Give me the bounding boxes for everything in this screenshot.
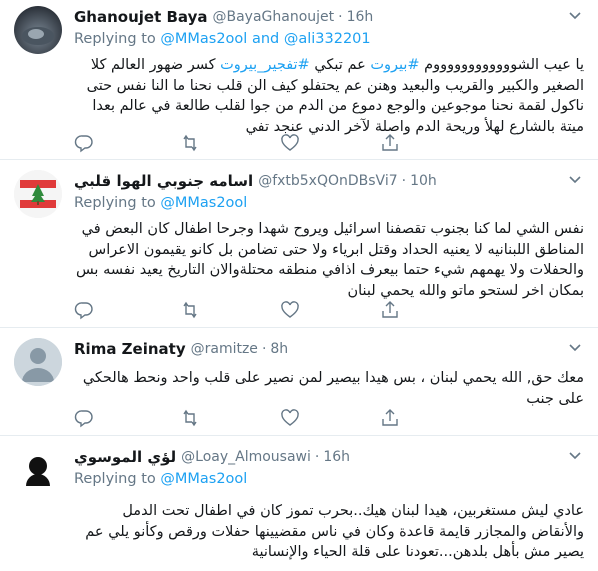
caret-down-icon[interactable] — [566, 340, 584, 354]
user-handle[interactable]: @ramitze — [191, 341, 258, 357]
retweet-icon[interactable] — [180, 300, 202, 320]
display-name[interactable]: لؤي الموسوي — [74, 448, 176, 466]
tweet-text: يا عيب الشووووووووووووم #بيروت عم تبكي #… — [86, 57, 584, 135]
user-handle[interactable]: @BayaGhanoujet — [212, 9, 334, 25]
replying-to: Replying to @MMas2ool — [74, 471, 248, 487]
avatar[interactable] — [14, 446, 62, 494]
avatar[interactable] — [14, 170, 62, 218]
tweet-text: عادي ليش مستغربين، هيدا لبنان هيك..بحرب … — [85, 503, 584, 560]
caret-down-icon[interactable] — [566, 448, 584, 462]
like-icon[interactable] — [280, 408, 302, 428]
tweet-actions — [74, 133, 494, 153]
like-icon[interactable] — [280, 133, 302, 153]
tweet-actions — [74, 408, 494, 428]
mention-and: and — [251, 31, 280, 47]
hashtag-link[interactable]: #تفجير_بيروت — [220, 57, 310, 73]
avatar[interactable] — [14, 338, 62, 386]
timestamp[interactable]: 16h — [347, 9, 374, 25]
reply-icon[interactable] — [74, 133, 96, 153]
separator-dot: · — [401, 173, 407, 189]
display-name[interactable]: Rima Zeinaty — [74, 340, 186, 358]
user-handle[interactable]: @fxtb5xQOnDBsVi7 — [258, 173, 397, 189]
separator-dot: · — [261, 341, 267, 357]
timestamp[interactable]: 16h — [323, 449, 350, 465]
avatar[interactable] — [14, 6, 62, 54]
hashtag-link[interactable]: #بيروت — [370, 57, 419, 73]
timestamp[interactable]: 8h — [270, 341, 288, 357]
share-icon[interactable] — [380, 133, 402, 153]
tweet[interactable]: Ghanoujet Baya @BayaGhanoujet · 16h Repl… — [0, 0, 598, 160]
reply-icon[interactable] — [74, 300, 96, 320]
retweet-icon[interactable] — [180, 133, 202, 153]
tweet[interactable]: لؤي الموسوي @Loay_Almousawi · 16h Replyi… — [0, 436, 598, 571]
share-icon[interactable] — [380, 408, 402, 428]
tweet-text: نفس الشي لما كنا بجنوب تقصفنا اسرائيل وي… — [75, 221, 584, 299]
share-icon[interactable] — [380, 300, 402, 320]
separator-dot: · — [314, 449, 320, 465]
user-handle[interactable]: @Loay_Almousawi — [181, 449, 311, 465]
reply-icon[interactable] — [74, 408, 96, 428]
caret-down-icon[interactable] — [566, 8, 584, 22]
mention-link[interactable]: @MMas2ool — [160, 471, 247, 487]
tweet-text: معك حق, الله يحمي لبنان ، بس هيدا بيصير … — [82, 370, 584, 407]
separator-dot: · — [338, 9, 343, 25]
replying-to: Replying to @MMas2ool — [74, 195, 248, 211]
caret-down-icon[interactable] — [566, 172, 584, 186]
mention-link[interactable]: @MMas2ool — [160, 31, 247, 47]
mention-link[interactable]: @MMas2ool — [160, 195, 247, 211]
display-name[interactable]: اسامه جنوبي الهوا قلبي — [74, 172, 253, 190]
retweet-icon[interactable] — [180, 408, 202, 428]
like-icon[interactable] — [280, 300, 302, 320]
replying-to: Replying to @MMas2ool and @ali332201 — [74, 31, 371, 47]
tweet[interactable]: اسامه جنوبي الهوا قلبي @fxtb5xQOnDBsVi7 … — [0, 160, 598, 328]
tweet-actions — [74, 300, 494, 320]
tweet[interactable]: Rima Zeinaty @ramitze · 8h معك حق, الله … — [0, 328, 598, 436]
mention-link[interactable]: @ali332201 — [284, 31, 371, 47]
display-name[interactable]: Ghanoujet Baya — [74, 8, 207, 26]
timestamp[interactable]: 10h — [410, 173, 437, 189]
